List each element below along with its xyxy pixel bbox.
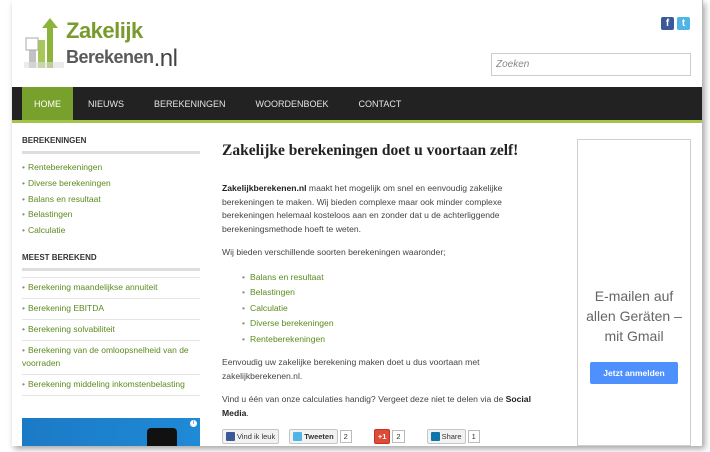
share-text: Vind u één van onze calculaties handig? …	[222, 394, 506, 404]
logo-text-bottom: Berekenen.nl	[66, 42, 178, 72]
gmail-ad[interactable]: E-mailen auf allen Geräten – mit Gmail J…	[577, 139, 691, 446]
sidebar-item[interactable]: • Calculatie	[22, 223, 200, 239]
twitter-icon[interactable]: t	[677, 17, 690, 30]
sidebar-item-label[interactable]: Berekening middeling inkomstenbelasting	[28, 379, 185, 389]
sidebar-item[interactable]: • Renteberekeningen	[22, 160, 200, 176]
intro-paragraph: Zakelijkberekenen.nl maakt het mogelijk …	[222, 182, 542, 236]
social-links: f t	[661, 17, 690, 30]
sidebar-item[interactable]: • Berekening van de omloopsnelheid van de…	[22, 341, 200, 375]
facebook-like-button[interactable]: Vind ik leuk	[222, 429, 280, 444]
logo-text-top: Zakelijk	[66, 18, 143, 43]
nav-contact[interactable]: CONTACT	[344, 87, 417, 120]
logo-tld: .nl	[153, 45, 178, 72]
sidebar-item-label[interactable]: Calculatie	[28, 225, 65, 235]
main-nav: HOME NIEUWS BEREKENINGEN WOORDENBOEK CON…	[12, 87, 702, 123]
facebook-icon	[226, 432, 235, 441]
sidebar-list-meest-berekend: • Berekening maandelijkse annuiteit • Bere…	[22, 276, 200, 396]
sidebar-item[interactable]: • Diverse berekeningen	[22, 176, 200, 192]
list-item[interactable]: • Calculatie	[242, 301, 542, 317]
main-content: Zakelijke berekeningen doet u voortaan z…	[222, 142, 542, 430]
linkedin-share-button[interactable]: Share	[426, 429, 466, 444]
share-text-end: .	[246, 407, 249, 418]
sidebar-heading-meest-berekend: MEEST BEREKEND	[22, 253, 200, 271]
google-plus-count: 2	[392, 430, 405, 443]
site-logo[interactable]: Zakelijk Berekenen.nl	[24, 16, 184, 72]
sidebar-item-label[interactable]: Berekening van de omloopsnelheid van de …	[22, 345, 189, 368]
sidebar-item-label[interactable]: Balans en resultaat	[28, 194, 101, 204]
sidebar-item[interactable]: • Berekening EBITDA	[22, 299, 200, 320]
sidebar-item[interactable]: • Belastingen	[22, 207, 200, 223]
list-item[interactable]: • Belastingen	[242, 285, 542, 301]
linkedin-icon	[430, 432, 440, 441]
nav-berekeningen[interactable]: BEREKENINGEN	[139, 87, 241, 120]
list-item[interactable]: • Balans en resultaat	[242, 270, 542, 286]
sidebar-item-label[interactable]: Diverse berekeningen	[28, 178, 111, 188]
calculation-list: • Balans en resultaat • Belastingen • Calcu…	[242, 270, 542, 348]
logo-text-berekenen: Berekenen	[66, 47, 154, 67]
sidebar-item-label[interactable]: Berekening solvabiliteit	[28, 324, 115, 334]
list-intro-paragraph: Wij bieden verschillende soorten bereken…	[222, 247, 446, 257]
sidebar-item-label[interactable]: Renteberekeningen	[28, 162, 102, 172]
sidebar-item[interactable]: • Berekening solvabiliteit	[22, 320, 200, 341]
phone-image	[147, 428, 177, 446]
linkedin-count: 1	[467, 430, 480, 443]
sidebar-item[interactable]: • Berekening maandelijkse annuiteit	[22, 276, 200, 299]
tweet-button[interactable]: Tweeten	[289, 429, 338, 444]
sidebar: BEREKENINGEN • Renteberekeningen • Diverse…	[22, 136, 200, 410]
list-item-label[interactable]: Balans en resultaat	[250, 272, 324, 282]
linkedin-share-label: Share	[441, 432, 462, 441]
nav-nieuws[interactable]: NIEUWS	[73, 87, 139, 120]
tweet-count: 2	[339, 430, 352, 443]
closing-paragraph: Eenvoudig uw zakelijke berekening maken …	[222, 357, 480, 381]
list-item-label[interactable]: Renteberekeningen	[250, 334, 325, 344]
share-bar: Vind ik leuk Tweeten 2 +1 2 Share 1	[222, 429, 480, 444]
facebook-icon[interactable]: f	[661, 17, 674, 30]
sidebar-heading-berekeningen: BEREKENINGEN	[22, 136, 200, 154]
sidebar-item[interactable]: • Balans en resultaat	[22, 192, 200, 208]
list-item-label[interactable]: Belastingen	[250, 287, 295, 297]
nav-home[interactable]: HOME	[22, 87, 73, 120]
tweet-label: Tweeten	[304, 432, 334, 441]
share-paragraph: Vind u één van onze calculaties handig? …	[222, 393, 542, 420]
sidebar-item-label[interactable]: Berekening EBITDA	[28, 303, 104, 313]
list-item-label[interactable]: Diverse berekeningen	[250, 318, 334, 328]
google-plus-button[interactable]: +1	[373, 429, 391, 444]
sidebar-item-label[interactable]: Belastingen	[28, 209, 72, 219]
ad-signup-button[interactable]: Jetzt anmelden	[590, 362, 678, 384]
sidebar-item-label[interactable]: Berekening maandelijkse annuiteit	[28, 282, 157, 292]
facebook-like-label: Vind ik leuk	[237, 432, 276, 441]
ad-text: E-mailen auf allen Geräten – mit Gmail	[586, 288, 682, 344]
page-frame: Zakelijk Berekenen.nl f t HOME NIEUWS BE…	[12, 0, 703, 446]
page-title: Zakelijke berekeningen doet u voortaan z…	[222, 142, 519, 159]
search-input[interactable]	[491, 53, 691, 76]
ad-info-icon[interactable]: i	[190, 420, 197, 427]
logo-bars-icon	[24, 18, 64, 68]
list-item[interactable]: • Renteberekeningen	[242, 332, 542, 348]
list-item[interactable]: • Diverse berekeningen	[242, 316, 542, 332]
nav-woordenboek[interactable]: WOORDENBOEK	[241, 87, 344, 120]
sidebar-item[interactable]: • Berekening middeling inkomstenbelasting	[22, 375, 200, 396]
intro-brand: Zakelijkberekenen.nl	[222, 183, 307, 193]
list-item-label[interactable]: Calculatie	[250, 303, 288, 313]
sidebar-list-berekeningen: • Renteberekeningen • Diverse berekeningen…	[22, 160, 200, 239]
sidebar-ad-banner[interactable]: i	[22, 418, 200, 446]
twitter-icon	[293, 432, 303, 441]
